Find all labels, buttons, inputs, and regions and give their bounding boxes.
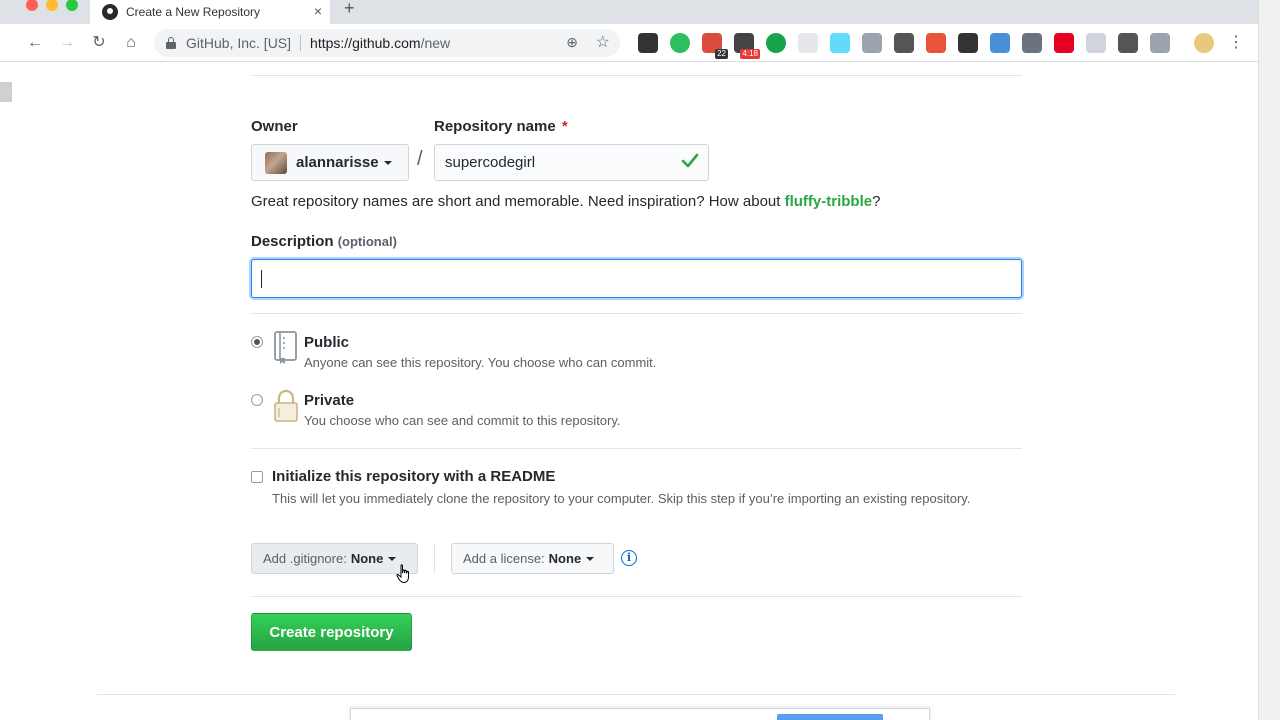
chevron-down-icon xyxy=(586,556,595,561)
back-arrow-icon[interactable]: ← xyxy=(24,32,46,54)
description-label: Description (optional) xyxy=(251,233,397,250)
url-path: /new xyxy=(420,35,451,51)
extension-badge: 22 xyxy=(715,49,728,59)
new-tab-button[interactable]: + xyxy=(344,0,355,17)
description-label-text: Description xyxy=(251,233,334,250)
name-suggestion-link[interactable]: fluffy-tribble xyxy=(785,193,873,210)
public-title: Public xyxy=(304,334,350,351)
gitignore-select[interactable]: Add .gitignore: None xyxy=(251,543,418,574)
bottom-popup xyxy=(350,708,930,720)
popup-button[interactable] xyxy=(777,714,883,720)
e-extension-icon[interactable] xyxy=(926,33,946,53)
public-note: Anyone can see this repository. You choo… xyxy=(304,355,657,370)
license-select[interactable]: Add a license: None xyxy=(451,543,614,574)
chain-extension-icon[interactable] xyxy=(1118,33,1138,53)
hint-suffix: ? xyxy=(872,193,881,210)
lock-icon xyxy=(274,389,298,422)
bookmark-star-icon[interactable]: ☆ xyxy=(596,32,610,52)
lock-icon[interactable] xyxy=(166,37,176,49)
info-icon[interactable]: i xyxy=(621,550,637,566)
private-radio[interactable] xyxy=(251,394,263,406)
url-host: https://github.com xyxy=(310,35,421,51)
footer-divider xyxy=(97,694,1175,695)
pinterest-extension-icon[interactable] xyxy=(1054,33,1074,53)
private-title: Private xyxy=(304,392,355,409)
forward-arrow-icon[interactable]: → xyxy=(56,32,78,54)
tab-title: Create a New Repository xyxy=(126,5,261,19)
home-icon[interactable]: ⌂ xyxy=(120,32,142,54)
divider xyxy=(251,448,1022,449)
browser-toolbar: ← → ↻ ⌂ GitHub, Inc. [US] https://github… xyxy=(0,24,1258,62)
create-repository-button[interactable]: Create repository xyxy=(251,613,412,651)
repo-name-label: Repository name * xyxy=(434,118,568,135)
private-note: You choose who can see and commit to thi… xyxy=(304,413,621,428)
gitignore-value: None xyxy=(350,551,384,566)
browser-tab-active[interactable]: Create a New Repository × xyxy=(90,0,330,24)
readme-title: Initialize this repository with a README xyxy=(272,468,556,485)
repo-book-icon xyxy=(274,331,297,364)
owner-avatar xyxy=(265,151,287,174)
circle-extension-icon[interactable] xyxy=(862,33,882,53)
v-extension-icon[interactable] xyxy=(1022,33,1042,53)
optional-note: (optional) xyxy=(337,234,397,249)
hint-prefix: Great repository names are short and mem… xyxy=(251,193,785,210)
check-icon xyxy=(681,153,699,168)
timer-extension-icon[interactable]: 4:18 xyxy=(734,33,760,59)
green-dot-extension-icon[interactable] xyxy=(766,33,786,53)
gitignore-label: Add .gitignore: xyxy=(263,551,347,566)
description-input[interactable] xyxy=(251,259,1022,298)
readme-checkbox[interactable] xyxy=(251,471,263,483)
tab-close-icon[interactable]: × xyxy=(314,3,322,19)
extension-bar: 22 4:18 xyxy=(638,33,1182,59)
address-bar[interactable]: GitHub, Inc. [US] https://github.com/new… xyxy=(154,29,620,57)
zoom-icon[interactable]: ⊕ xyxy=(566,34,578,51)
reload-icon[interactable]: ↻ xyxy=(88,32,110,54)
triangle-extension-icon[interactable] xyxy=(990,33,1010,53)
profile-avatar[interactable] xyxy=(1194,33,1214,53)
window-close-button[interactable] xyxy=(26,0,38,11)
ghost-extension-icon[interactable] xyxy=(1086,33,1106,53)
required-marker: * xyxy=(561,118,568,135)
repo-name-label-text: Repository name xyxy=(434,118,556,135)
browser-tabstrip: Create a New Repository × + xyxy=(0,0,1258,24)
extension-badge: 4:18 xyxy=(740,49,760,59)
divider xyxy=(251,596,1022,597)
address-divider xyxy=(300,35,302,51)
hand-pointer-icon xyxy=(396,564,409,584)
evernote-extension-icon[interactable] xyxy=(670,33,690,53)
owner-value: alannarisse xyxy=(296,154,379,171)
onepassword-extension-icon[interactable] xyxy=(894,33,914,53)
github-favicon-icon xyxy=(102,4,118,20)
divider xyxy=(251,75,1022,76)
text-cursor xyxy=(261,270,262,288)
repo-name-input[interactable] xyxy=(434,144,709,181)
readme-note: This will let you immediately clone the … xyxy=(272,491,971,506)
site-identity: GitHub, Inc. [US] xyxy=(186,35,292,51)
owner-repo-separator: / xyxy=(417,148,423,170)
b-extension-icon[interactable] xyxy=(1150,33,1170,53)
license-value: None xyxy=(548,551,582,566)
pen-extension-icon[interactable] xyxy=(638,33,658,53)
chevron-down-icon xyxy=(383,160,392,165)
select-divider xyxy=(434,543,435,574)
typography-extension-icon[interactable] xyxy=(958,33,978,53)
chevron-down-icon xyxy=(388,556,397,561)
page-scrollbar[interactable] xyxy=(1258,0,1280,720)
grid-extension-icon[interactable] xyxy=(798,33,818,53)
owner-label: Owner xyxy=(251,118,298,135)
window-maximize-button[interactable] xyxy=(66,0,78,11)
license-label: Add a license: xyxy=(463,551,545,566)
divider xyxy=(251,313,1022,314)
window-minimize-button[interactable] xyxy=(46,0,58,11)
browser-menu-icon[interactable]: ⋮ xyxy=(1228,32,1244,52)
todoist-extension-icon[interactable]: 22 xyxy=(702,33,728,59)
left-gutter-marker xyxy=(0,82,12,102)
repo-name-hint: Great repository names are short and mem… xyxy=(251,193,880,210)
owner-select[interactable]: alannarisse xyxy=(251,144,409,181)
react-devtools-extension-icon[interactable] xyxy=(830,33,850,53)
public-radio[interactable] xyxy=(251,336,263,348)
